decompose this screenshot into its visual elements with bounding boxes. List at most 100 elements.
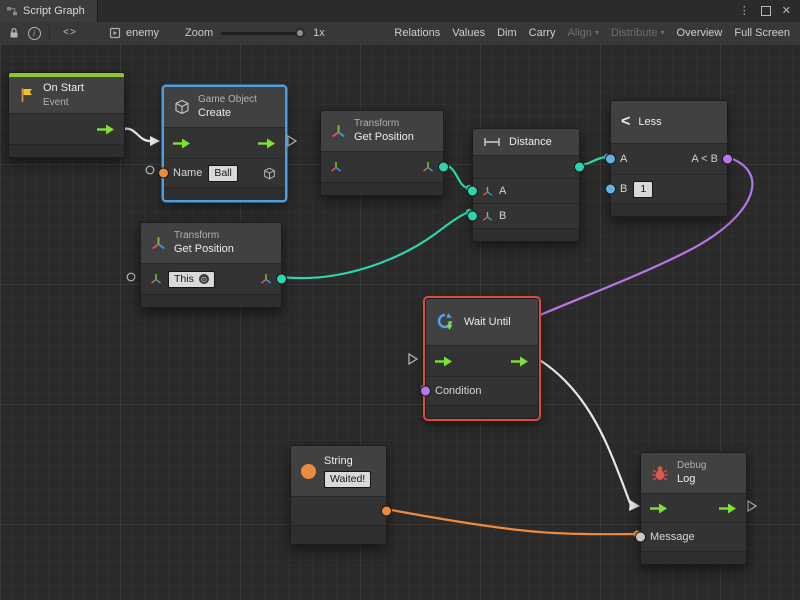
overview-button[interactable]: Overview <box>671 22 729 44</box>
flow-out-port[interactable] <box>258 138 276 149</box>
dim-button[interactable]: Dim <box>491 22 523 44</box>
vector3-icon <box>482 211 493 222</box>
close-icon[interactable]: ✕ <box>782 6 791 17</box>
vector3-output-icon[interactable] <box>422 161 434 173</box>
flow-out-port[interactable] <box>97 124 115 135</box>
wire-waituntil-to-log[interactable] <box>538 359 631 505</box>
node-header[interactable]: Transform Get Position <box>321 111 443 151</box>
node-distance[interactable]: Distance A B <box>472 128 580 242</box>
unconnected-value-indicator[interactable] <box>146 166 154 174</box>
node-string[interactable]: String Waited! <box>290 445 387 545</box>
less-output-port[interactable] <box>723 155 732 164</box>
wire-onstart-to-create[interactable] <box>123 129 150 141</box>
graph-canvas[interactable]: On Start Event Game Object Create <box>0 44 800 600</box>
flow-in-port[interactable] <box>435 356 453 367</box>
code-view-button[interactable]: <> <box>55 28 85 39</box>
less-input-a-port[interactable] <box>606 155 615 164</box>
node-title: Create <box>198 106 257 120</box>
node-header[interactable]: Wait Until <box>426 299 538 345</box>
transform-input-icon[interactable] <box>150 273 162 285</box>
maximize-icon[interactable] <box>761 6 771 16</box>
node-create-game-object[interactable]: Game Object Create Name Ball <box>163 86 286 201</box>
dim-label: Dim <box>497 27 517 39</box>
relations-button[interactable]: Relations <box>388 22 446 44</box>
flag-icon <box>19 87 35 103</box>
node-title: Get Position <box>354 130 414 144</box>
graph-toolbar: i <> enemy Zoom 1x Relations Values Dim … <box>0 22 800 45</box>
flow-out-port[interactable] <box>719 503 737 514</box>
message-input-port[interactable] <box>636 533 645 542</box>
transform-icon <box>331 124 346 139</box>
node-less[interactable]: < Less A A < B B 1 <box>610 100 728 217</box>
window-menu-icon[interactable]: ⋮ <box>739 6 750 17</box>
flow-row <box>164 127 285 158</box>
node-header[interactable]: On Start Event <box>9 77 124 113</box>
wire-getposition2-to-distance-b[interactable] <box>281 212 469 278</box>
string-value-field[interactable]: Waited! <box>324 471 371 488</box>
lock-icon[interactable] <box>4 23 24 43</box>
node-footer <box>321 182 443 195</box>
target-field[interactable]: This ⊙ <box>168 271 215 288</box>
vector3-output-icon[interactable] <box>260 273 272 285</box>
flow-in-port[interactable] <box>650 503 668 514</box>
info-icon[interactable]: i <box>24 23 44 43</box>
carry-button[interactable]: Carry <box>523 22 562 44</box>
message-label: Message <box>650 531 695 543</box>
input-a-port[interactable] <box>468 187 477 196</box>
less-input-a-label: A <box>620 153 627 165</box>
flow-out-port[interactable] <box>511 356 529 367</box>
node-debug-log[interactable]: Debug Log Message <box>640 452 747 565</box>
condition-label: Condition <box>435 385 481 397</box>
string-output-port[interactable] <box>382 507 391 516</box>
node-wait-until[interactable]: Wait Until Condition <box>425 298 539 419</box>
node-header[interactable]: String Waited! <box>291 446 386 496</box>
distribute-button[interactable]: Distribute ▾ <box>605 22 670 44</box>
input-b-label: B <box>499 210 506 222</box>
unconnected-flow-out-indicator[interactable] <box>288 136 296 146</box>
graph-target[interactable]: enemy <box>109 27 159 39</box>
zoom-control: Zoom 1x <box>185 27 325 39</box>
values-label: Values <box>452 27 485 39</box>
less-input-b-port[interactable] <box>606 185 615 194</box>
less-output-label: A < B <box>691 153 718 165</box>
position-output-port[interactable] <box>439 163 448 172</box>
transform-input-icon[interactable] <box>330 161 342 173</box>
node-header[interactable]: Distance <box>473 129 579 155</box>
align-button[interactable]: Align ▾ <box>562 22 605 44</box>
node-header[interactable]: Debug Log <box>641 453 746 493</box>
node-header[interactable]: Transform Get Position <box>141 223 281 263</box>
name-field[interactable]: Ball <box>208 165 238 182</box>
tab-script-graph[interactable]: Script Graph <box>0 0 98 22</box>
name-input-port[interactable] <box>159 169 168 178</box>
input-a-row: A <box>473 178 579 203</box>
unconnected-flow-out-indicator[interactable] <box>748 501 756 511</box>
full-screen-button[interactable]: Full Screen <box>728 22 796 44</box>
game-object-output-icon[interactable] <box>263 167 276 180</box>
zoom-label: Zoom <box>185 27 213 39</box>
node-header[interactable]: < Less <box>611 101 727 143</box>
name-input-label: Name <box>173 167 202 179</box>
input-b-port[interactable] <box>468 212 477 221</box>
node-get-position-left[interactable]: Transform Get Position This ⊙ <box>140 222 282 308</box>
values-button[interactable]: Values <box>446 22 491 44</box>
input-a-label: A <box>499 185 506 197</box>
node-header[interactable]: Game Object Create <box>164 87 285 127</box>
distance-output-port[interactable] <box>575 163 584 172</box>
unconnected-value-indicator[interactable] <box>127 273 135 281</box>
relations-label: Relations <box>394 27 440 39</box>
zoom-slider-handle[interactable] <box>295 28 305 38</box>
unconnected-flow-in-indicator[interactable] <box>409 354 417 364</box>
position-output-port[interactable] <box>277 275 286 284</box>
distance-icon <box>483 136 501 148</box>
node-get-position-top[interactable]: Transform Get Position <box>320 110 444 196</box>
node-category: Transform <box>174 229 234 242</box>
zoom-slider[interactable] <box>221 32 305 35</box>
node-category: Game Object <box>198 93 257 106</box>
condition-input-port[interactable] <box>421 387 430 396</box>
less-b-field[interactable]: 1 <box>633 181 653 198</box>
node-on-start[interactable]: On Start Event <box>8 72 125 158</box>
object-picker-icon[interactable]: ⊙ <box>199 274 209 284</box>
wire-string-to-message[interactable] <box>386 509 637 534</box>
flow-in-port[interactable] <box>173 138 191 149</box>
distribute-label: Distribute <box>611 27 657 39</box>
